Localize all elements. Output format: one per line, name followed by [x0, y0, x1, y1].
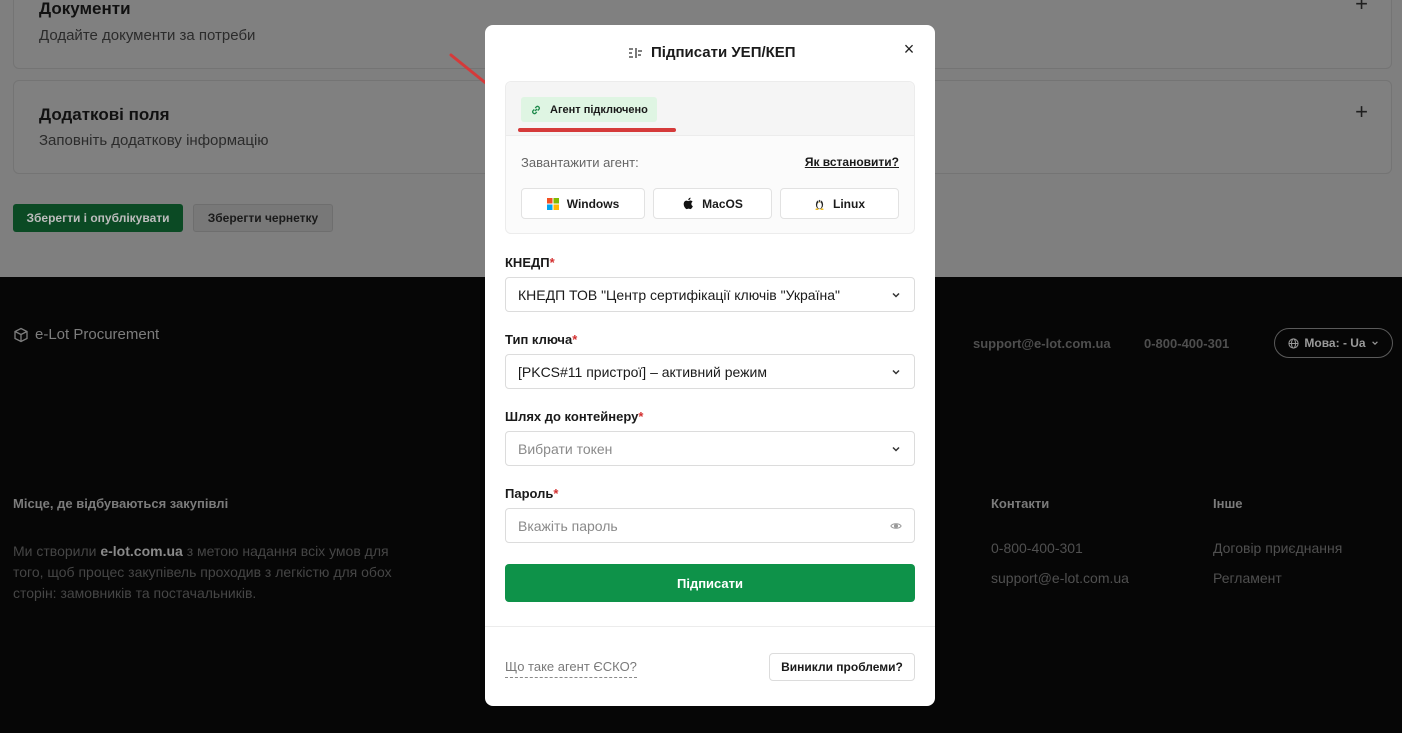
sign-button[interactable]: Підписати	[505, 564, 915, 602]
dialog-title: Підписати УЕП/КЕП	[627, 44, 796, 61]
extra-fields-card-title: Додаткові поля	[39, 105, 170, 124]
chevron-down-icon	[892, 292, 900, 298]
brand-name: e-Lot Procurement	[35, 326, 160, 343]
required-mark: *	[549, 255, 555, 270]
chevron-down-icon	[892, 369, 900, 375]
chevron-down-icon	[892, 446, 900, 452]
key-type-label: Тип ключа*	[505, 332, 577, 347]
header-support-phone[interactable]: 0-800-400-301	[1144, 336, 1229, 351]
sign-icon	[629, 47, 642, 58]
save-draft-button[interactable]: Зберегти чернетку	[193, 204, 333, 232]
os-label: Windows	[566, 196, 620, 211]
dialog-footer-divider	[485, 626, 935, 627]
os-label: Linux	[833, 196, 865, 211]
container-path-select[interactable]: Вибрати токен	[505, 431, 915, 466]
password-field[interactable]	[505, 508, 915, 543]
eye-icon[interactable]	[890, 521, 902, 531]
dialog-title-text: Підписати УЕП/КЕП	[651, 44, 796, 61]
what-is-agent-link[interactable]: Що таке агент ЄСКО?	[505, 659, 637, 678]
cube-icon	[14, 327, 28, 342]
windows-icon	[546, 197, 559, 210]
container-path-label-text: Шлях до контейнеру	[505, 409, 639, 424]
agent-status-badge: Агент підключено	[521, 97, 657, 122]
language-selector[interactable]: Мова: - Ua	[1274, 328, 1393, 358]
password-label: Пароль*	[505, 486, 558, 501]
other-heading: Інше	[1213, 496, 1243, 511]
contacts-email-link[interactable]: support@e-lot.com.ua	[991, 570, 1129, 586]
documents-card-title: Документи	[39, 0, 131, 18]
problems-button[interactable]: Виникли проблеми?	[769, 653, 915, 681]
ca-label-text: КНЕДП	[505, 255, 550, 270]
documents-card-subtitle: Додайте документи за потреби	[39, 27, 256, 44]
save-and-publish-button[interactable]: Зберегти і опублікувати	[13, 204, 183, 232]
key-type-label-text: Тип ключа	[505, 332, 573, 347]
language-label: Мова: - Ua	[1304, 336, 1366, 350]
ca-select-value: КНЕДП ТОВ "Центр сертифікації ключів "Ук…	[518, 286, 840, 303]
footer-description: Ми створили e-lot.com.ua з метою надання…	[13, 541, 403, 604]
footer-brand[interactable]: e-Lot Procurement	[13, 326, 159, 343]
container-path-label: Шлях до контейнеру*	[505, 409, 643, 424]
footer-tagline: Місце, де відбуваються закупівлі	[13, 496, 229, 511]
download-agent-label: Завантажити агент:	[521, 155, 639, 170]
ca-select[interactable]: КНЕДП ТОВ "Центр сертифікації ключів "Ук…	[505, 277, 915, 312]
annotation-underline	[518, 128, 676, 132]
plus-icon[interactable]: +	[1355, 0, 1368, 15]
agent-panel: Агент підключено Завантажити агент: Як в…	[505, 81, 915, 234]
plus-icon[interactable]: +	[1355, 101, 1368, 123]
apple-icon	[683, 197, 693, 210]
contacts-heading: Контакти	[991, 496, 1050, 511]
agent-status-text: Агент підключено	[550, 103, 648, 116]
download-windows-button[interactable]: Windows	[521, 188, 645, 219]
regulations-link[interactable]: Регламент	[1213, 570, 1282, 586]
close-icon[interactable]: ×	[901, 40, 917, 58]
accession-agreement-link[interactable]: Договір приєднання	[1213, 540, 1342, 556]
globe-icon	[1288, 337, 1299, 349]
key-type-select-value: [PKCS#11 пристрої] – активний режим	[518, 363, 767, 380]
sign-dialog: Підписати УЕП/КЕП × Агент підключено Зав…	[485, 25, 935, 706]
password-label-text: Пароль	[505, 486, 554, 501]
required-mark: *	[638, 409, 644, 424]
description-text: Ми створили	[13, 543, 101, 559]
dialog-header: Підписати УЕП/КЕП ×	[485, 25, 935, 81]
linux-icon	[815, 199, 824, 210]
extra-fields-card-subtitle: Заповніть додаткову інформацію	[39, 132, 269, 149]
chevron-down-icon	[1371, 341, 1378, 346]
site-link[interactable]: e-lot.com.ua	[100, 543, 182, 559]
download-macos-button[interactable]: MacOS	[653, 188, 772, 219]
container-path-placeholder: Вибрати токен	[518, 440, 613, 457]
contacts-phone-link[interactable]: 0-800-400-301	[991, 540, 1083, 556]
download-linux-button[interactable]: Linux	[780, 188, 899, 219]
ca-label: КНЕДП*	[505, 255, 555, 270]
required-mark: *	[572, 332, 578, 347]
how-to-install-link[interactable]: Як встановити?	[805, 155, 899, 169]
os-label: MacOS	[702, 196, 743, 211]
key-type-select[interactable]: [PKCS#11 пристрої] – активний режим	[505, 354, 915, 389]
required-mark: *	[553, 486, 559, 501]
password-input[interactable]	[518, 517, 890, 534]
header-support-email[interactable]: support@e-lot.com.ua	[973, 336, 1111, 351]
agent-status-bar: Агент підключено	[506, 82, 914, 136]
link-icon	[532, 105, 540, 114]
